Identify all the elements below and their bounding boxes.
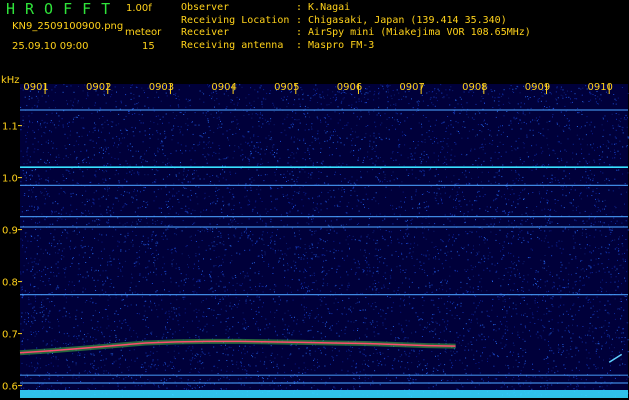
y-tick-label: 0.9 <box>2 226 18 237</box>
x-tick-label: 0902 <box>86 82 111 93</box>
y-tick-label: 0.8 <box>2 278 18 289</box>
x-tick-label: 0907 <box>399 82 424 93</box>
location-value: : Chigasaki, Japan (139.414 35.340) <box>296 14 507 26</box>
datetime-label: 25.09.10 09:00 <box>12 41 89 52</box>
x-tick-label: 0904 <box>211 82 236 93</box>
receiver-value: : AirSpy mini (Miakejima VOR 108.65MHz) <box>296 27 531 38</box>
x-tick-label: 0909 <box>525 82 550 93</box>
spectrogram-background <box>20 84 628 396</box>
filename-label: KN9_2509100900.png <box>12 21 124 32</box>
y-tick-label: 0.7 <box>2 330 18 341</box>
spectrogram-plot: 0.6 0.7 0.8 0.9 1.0 1.1 0901 0902 0903 0904 0905 09… <box>2 82 629 398</box>
station-info: Observer : K.Nagai Receiving Location : Ch… <box>181 2 531 52</box>
antenna-key: Receiving antenna <box>181 39 284 51</box>
app-title: HROFFT <box>6 0 121 18</box>
observer-row: Observer : K.Nagai <box>181 2 531 15</box>
antenna-value: : Maspro FM-3 <box>296 39 375 51</box>
antenna-row: Receiving antenna : Maspro FM-3 <box>181 40 531 53</box>
x-tick-label: 0905 <box>274 82 299 93</box>
location-row: Receiving Location : Chigasaki, Japan (13… <box>181 15 531 28</box>
receiver-key: Receiver <box>181 27 230 38</box>
x-tick-label: 0910 <box>587 82 612 93</box>
observer-key: Observer <box>181 2 230 13</box>
x-tick-label: 0908 <box>462 82 487 93</box>
version-label: 1.00f <box>126 3 152 14</box>
header-panel: HROFFT 1.00f KN9_2509100900.png meteor 2… <box>0 0 629 72</box>
y-tick-label: 1.1 <box>2 122 18 133</box>
x-tick-label: 0903 <box>149 82 174 93</box>
x-tick-label: 0901 <box>23 82 48 93</box>
y-tick-label: 0.6 <box>2 382 18 393</box>
meteor-label: meteor <box>125 27 162 38</box>
observer-value: : K.Nagai <box>296 2 351 13</box>
meteor-count: 15 <box>142 41 155 52</box>
x-tick-label: 0906 <box>337 82 362 93</box>
receiver-row: Receiver : AirSpy mini (Miakejima VOR 108… <box>181 27 531 40</box>
y-axis-unit: kHz <box>1 75 20 86</box>
baseline-band <box>20 390 628 398</box>
y-tick-label: 1.0 <box>2 174 18 185</box>
location-key: Receiving Location <box>181 14 290 26</box>
